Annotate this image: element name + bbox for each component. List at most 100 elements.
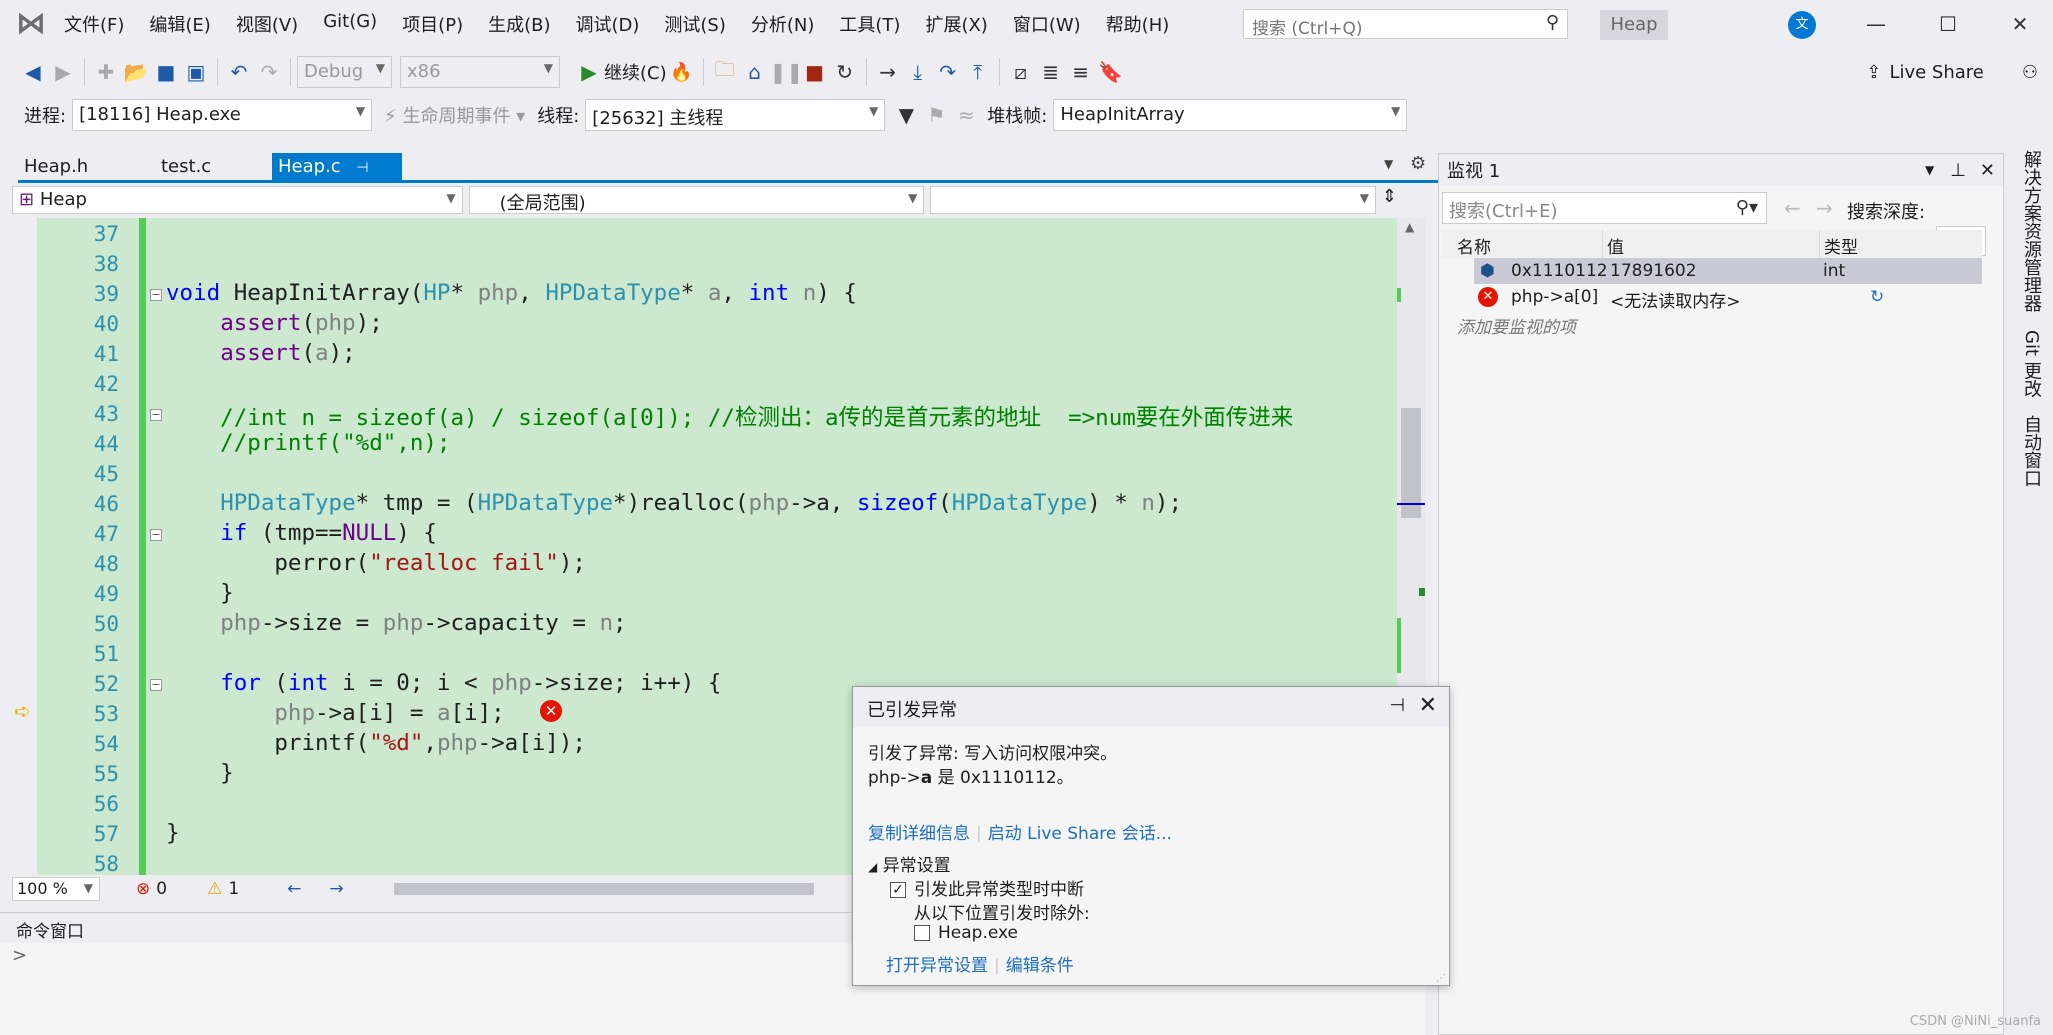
tab-autos[interactable]: 自动窗口: [2018, 415, 2044, 487]
close-icon[interactable]: ✕: [1419, 693, 1437, 718]
save-icon[interactable]: ■: [151, 60, 181, 84]
watch-search-input[interactable]: 搜索(Ctrl+E) ⚲▾: [1442, 192, 1767, 224]
settings-gear-icon[interactable]: ⚙: [1410, 153, 1426, 174]
menu-item[interactable]: 项目(P): [402, 11, 463, 37]
new-project-icon[interactable]: ✚: [91, 60, 121, 84]
watch-row[interactable]: ⬢ 0x1110112 17891602 int: [1442, 258, 1982, 284]
exception-settings-toggle[interactable]: ◢ 异常设置: [868, 851, 951, 876]
error-count[interactable]: 0: [156, 879, 167, 899]
comment-icon[interactable]: ≣: [1036, 60, 1066, 84]
menu-item[interactable]: 窗口(W): [1013, 11, 1081, 37]
search-back-icon[interactable]: ←: [1784, 196, 1801, 220]
fold-toggle-icon[interactable]: −: [150, 289, 162, 301]
maximize-button[interactable]: ☐: [1928, 8, 1968, 40]
open-exception-settings-link[interactable]: 打开异常设置: [886, 956, 988, 976]
fold-toggle-icon[interactable]: −: [150, 679, 162, 691]
menu-item[interactable]: 视图(V): [236, 11, 298, 37]
bookmark-icon[interactable]: 🔖: [1096, 60, 1126, 84]
redo-icon[interactable]: ↷: [254, 60, 284, 84]
undo-icon[interactable]: ↶: [224, 60, 254, 84]
refresh-icon[interactable]: ↻: [1870, 287, 1884, 307]
pin-icon[interactable]: ⊥: [1950, 160, 1966, 181]
uncomment-icon[interactable]: ≡: [1066, 60, 1096, 84]
menu-item[interactable]: 测试(S): [664, 11, 725, 37]
flag-thread-icon[interactable]: ⚑: [921, 103, 951, 127]
live-share-icon[interactable]: ⇪: [1866, 62, 1881, 83]
save-all-icon[interactable]: ▣: [181, 60, 211, 84]
column-value[interactable]: 值: [1602, 230, 1624, 258]
zoom-select[interactable]: 100 % ▼: [12, 877, 100, 901]
close-window-button[interactable]: ✕: [2000, 8, 2040, 40]
copy-details-link[interactable]: 复制详细信息: [868, 824, 970, 844]
watch-row[interactable]: ✕ php->a[0] <无法读取内存> ↻: [1442, 284, 1982, 312]
hot-reload-icon[interactable]: 🔥: [667, 62, 697, 83]
stop-icon[interactable]: ■: [800, 60, 830, 84]
column-type[interactable]: 类型: [1819, 230, 1858, 258]
search-forward-icon[interactable]: →: [1816, 196, 1833, 220]
previous-issue-icon[interactable]: ←: [287, 879, 301, 899]
feedback-icon[interactable]: ⚇: [2022, 62, 2038, 83]
member-select[interactable]: ▼: [930, 186, 1376, 214]
scroll-thumb[interactable]: [1401, 408, 1421, 518]
pause-icon[interactable]: ❚❚: [770, 60, 804, 84]
pin-icon[interactable]: ⊣: [1389, 695, 1405, 716]
window-menu-icon[interactable]: ▼: [1925, 163, 1934, 177]
start-live-share-link[interactable]: 启动 Live Share 会话...: [988, 824, 1172, 844]
pin-icon[interactable]: ⊣: [356, 160, 368, 176]
step-out-icon[interactable]: ⤒: [963, 60, 993, 84]
horizontal-scrollbar[interactable]: [393, 883, 814, 895]
menu-item[interactable]: 工具(T): [839, 11, 900, 37]
platform-select[interactable]: x86 ▼: [400, 56, 560, 88]
menu-item[interactable]: Git(G): [323, 11, 377, 37]
tab-overflow-icon[interactable]: ▼: [1384, 157, 1393, 171]
menu-item[interactable]: 扩展(X): [925, 11, 987, 37]
step-into-icon[interactable]: ⤓: [903, 60, 933, 84]
find-in-files-icon[interactable]: 🗀: [710, 55, 740, 89]
thread-select[interactable]: [25632] 主线程 ▼: [585, 99, 886, 131]
show-next-statement-icon[interactable]: →: [873, 60, 903, 84]
menu-item[interactable]: 文件(F): [64, 11, 124, 37]
split-editor-icon[interactable]: ⇕: [1382, 186, 1397, 216]
tab-test-c[interactable]: test.c: [155, 153, 217, 180]
menu-item[interactable]: 调试(D): [576, 11, 640, 37]
continue-icon[interactable]: ▶: [574, 60, 604, 84]
scroll-up-icon[interactable]: ▲: [1405, 220, 1414, 234]
fold-toggle-icon[interactable]: −: [150, 409, 162, 421]
step-over-icon[interactable]: ↷: [933, 60, 963, 84]
forward-icon[interactable]: ▶: [48, 60, 78, 84]
menu-item[interactable]: 帮助(H): [1106, 11, 1170, 37]
continue-button[interactable]: 继续(C): [604, 59, 667, 85]
lifecycle-events-button[interactable]: ⚡ 生命周期事件 ▾: [384, 102, 525, 128]
configuration-select[interactable]: Debug ▼: [297, 56, 392, 88]
resize-grip-icon[interactable]: ⋰: [1436, 973, 1446, 984]
filter-icon[interactable]: ▼: [891, 103, 921, 127]
menu-item[interactable]: 生成(B): [488, 11, 550, 37]
search-input[interactable]: 搜索 (Ctrl+Q) ⚲: [1243, 9, 1568, 39]
add-watch-row[interactable]: 添加要监视的项: [1442, 310, 1982, 338]
break-on-exception-checkbox[interactable]: ✓: [890, 882, 906, 898]
avatar[interactable]: 文: [1788, 11, 1816, 39]
tab-git-changes[interactable]: Git 更改: [2018, 330, 2044, 398]
process-select[interactable]: [18116] Heap.exe ▼: [72, 99, 373, 131]
fold-toggle-icon[interactable]: −: [150, 529, 162, 541]
tab-heap-h[interactable]: Heap.h: [18, 153, 94, 180]
warning-count[interactable]: 1: [228, 879, 239, 899]
minimize-button[interactable]: —: [1856, 8, 1896, 40]
tab-solution-explorer[interactable]: 解决方案资源管理器: [2018, 150, 2044, 312]
menu-item[interactable]: 编辑(E): [149, 11, 210, 37]
error-icon[interactable]: ⊗: [136, 879, 150, 899]
column-name[interactable]: 名称: [1457, 233, 1491, 258]
close-icon[interactable]: ✕: [1980, 160, 1995, 181]
menu-item[interactable]: 分析(N): [751, 11, 815, 37]
breakpoint-toggle-icon[interactable]: ⧄: [1006, 60, 1036, 84]
open-file-icon[interactable]: 📂: [121, 60, 151, 84]
edit-conditions-link[interactable]: 编辑条件: [1006, 956, 1074, 976]
show-threads-icon[interactable]: ≈: [951, 103, 981, 127]
restart-icon[interactable]: ↻: [830, 60, 860, 84]
module-exclusion-checkbox[interactable]: [914, 925, 930, 941]
project-select[interactable]: ⊞ Heap ▼: [12, 186, 463, 214]
stack-frame-select[interactable]: HeapInitArray ▼: [1053, 99, 1408, 131]
live-share-button[interactable]: Live Share: [1889, 62, 1983, 83]
scope-select[interactable]: (全局范围) ▼: [468, 186, 925, 214]
solution-explorer-home-icon[interactable]: ⌂: [740, 60, 770, 84]
